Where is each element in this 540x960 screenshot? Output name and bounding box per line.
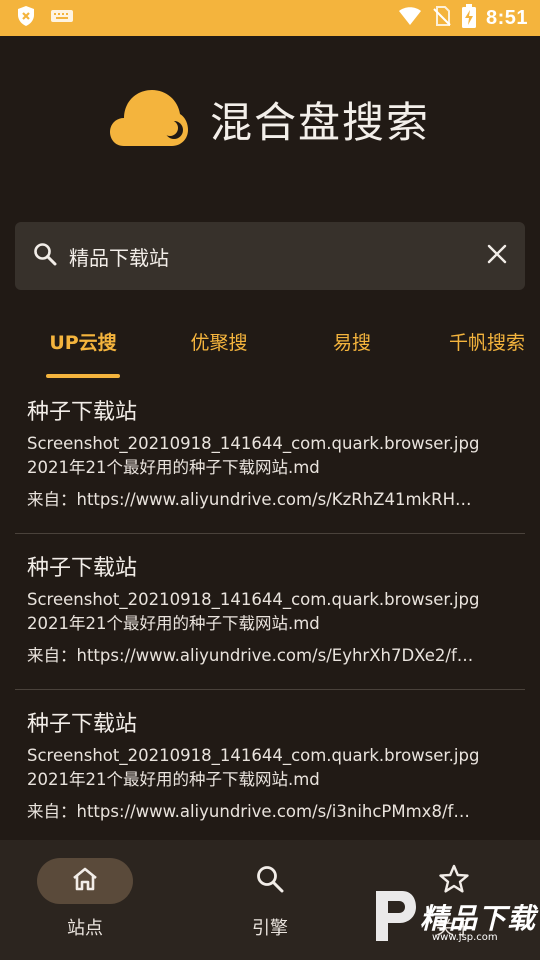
result-file: Screenshot_20210918_141644_com.quark.bro… (27, 590, 480, 609)
search-icon (256, 865, 284, 897)
watermark-logo-icon (372, 885, 418, 949)
battery-charging-icon (461, 4, 476, 32)
result-title: 种子下载站 (27, 400, 138, 425)
search-input[interactable]: 精品下载站 (69, 242, 487, 271)
divider (15, 689, 525, 690)
result-file: 2021年21个最好用的种子下载网站.md (27, 770, 320, 789)
nav-active-pill (37, 858, 133, 904)
result-file: Screenshot_20210918_141644_com.quark.bro… (27, 434, 480, 453)
result-title: 种子下载站 (27, 712, 138, 737)
no-sim-icon (432, 5, 452, 31)
list-item[interactable]: 种子下载站 Screenshot_20210918_141644_com.qua… (15, 706, 525, 824)
result-source: 来自：https://www.aliyundrive.com/s/KzRhZ41… (27, 490, 472, 509)
nav-pill (222, 858, 318, 904)
close-icon[interactable] (487, 244, 507, 268)
divider (15, 533, 525, 534)
engine-tabs: UP云搜 优聚搜 易搜 千帆搜索 (0, 322, 540, 378)
watermark-sub: www.jsp.com (432, 932, 498, 943)
tab-label: 千帆搜索 (448, 332, 525, 354)
result-source: 来自：https://www.aliyundrive.com/s/i3nihcP… (27, 802, 470, 821)
tab-label: UP云搜 (49, 332, 117, 354)
result-title: 种子下载站 (27, 556, 138, 581)
tab-label: 优聚搜 (190, 332, 248, 354)
tab-label: 易搜 (332, 332, 371, 354)
clock: 8:51 (485, 6, 528, 29)
tab-up-yunsou[interactable]: UP云搜 (46, 322, 120, 378)
nav-label: 站点 (67, 918, 103, 939)
list-item[interactable]: 种子下载站 Screenshot_20210918_141644_com.qua… (15, 394, 525, 512)
nav-item-sites[interactable]: 站点 (30, 858, 140, 940)
tab-youjusou[interactable]: 优聚搜 (180, 322, 258, 378)
nav-item-engines[interactable]: 引擎 (215, 858, 325, 940)
app-header: 混合盘搜索 (110, 84, 430, 154)
nav-label: 引擎 (252, 918, 288, 939)
result-file: 2021年21个最好用的种子下载网站.md (27, 458, 320, 477)
status-bar: 8:51 (0, 0, 540, 36)
tab-yisou[interactable]: 易搜 (324, 322, 380, 378)
cloud-logo-icon (110, 86, 188, 152)
result-file: Screenshot_20210918_141644_com.quark.bro… (27, 746, 480, 765)
watermark-text: 精品下载 (420, 902, 537, 935)
vpn-shield-icon (16, 5, 36, 31)
search-icon (33, 242, 57, 270)
tab-active-indicator (46, 374, 120, 378)
tab-qianfan-search[interactable]: 千帆搜索 (442, 322, 532, 378)
list-item[interactable]: 种子下载站 Screenshot_20210918_141644_com.qua… (15, 550, 525, 668)
watermark: 精品下载 www.jsp.com (372, 874, 540, 960)
keyboard-icon (50, 8, 74, 28)
result-file: 2021年21个最好用的种子下载网站.md (27, 614, 320, 633)
search-bar[interactable]: 精品下载站 (15, 222, 525, 290)
wifi-icon (398, 6, 422, 30)
home-icon (71, 866, 99, 896)
result-source: 来自：https://www.aliyundrive.com/s/EyhrXh7… (27, 646, 474, 665)
app-title: 混合盘搜索 (210, 97, 431, 147)
